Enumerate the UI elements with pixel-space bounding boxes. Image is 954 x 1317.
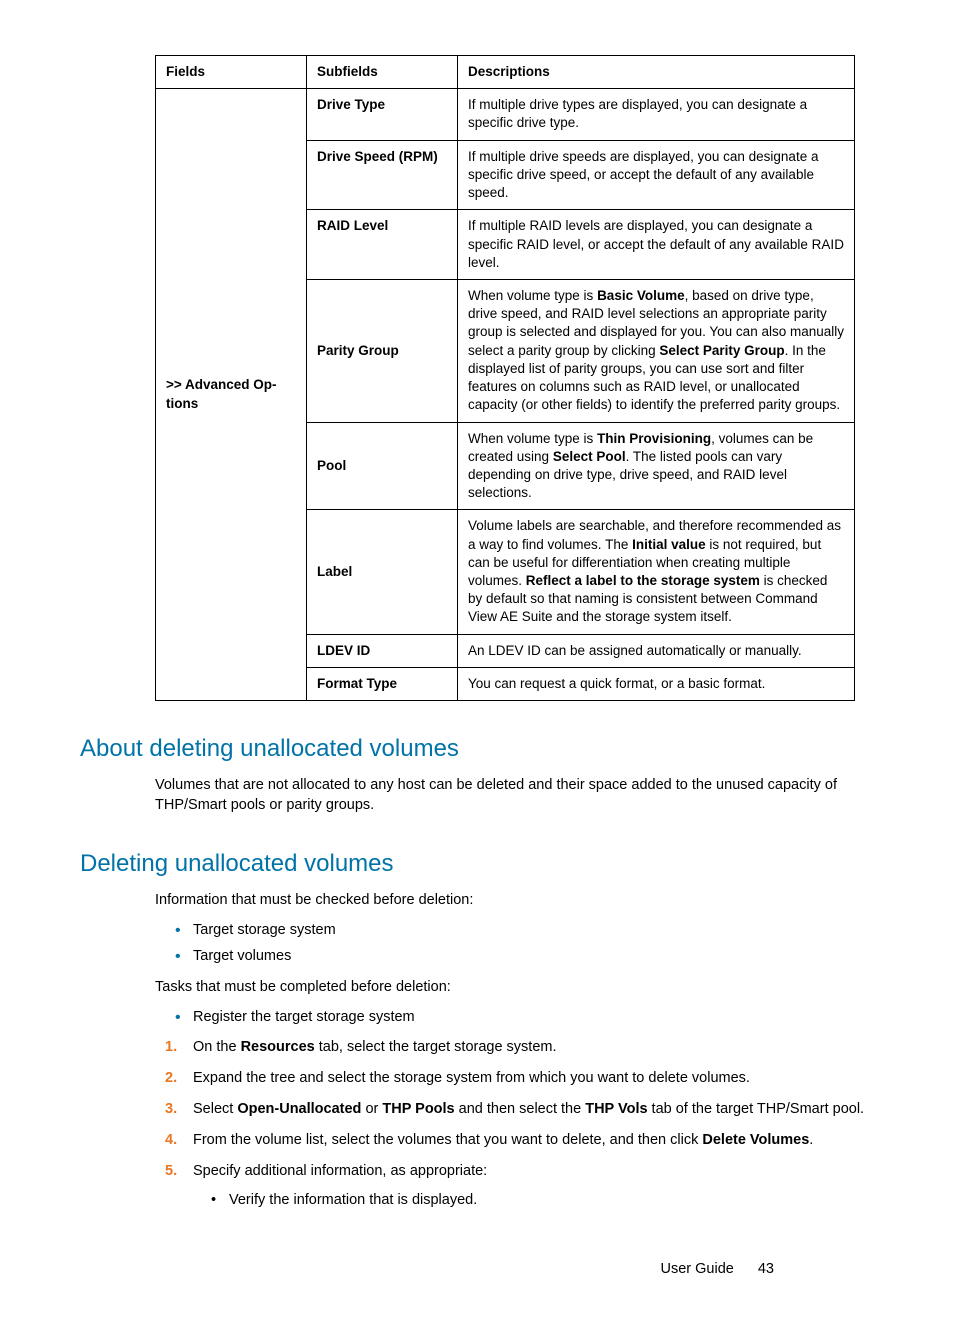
desc-cell: Volume labels are searchable, and theref… — [458, 510, 855, 634]
step-item: Select Open-Unallocated or THP Pools and… — [155, 1099, 874, 1120]
desc-cell: If multiple RAID levels are displayed, y… — [458, 210, 855, 280]
para-tasks-completed: Tasks that must be completed before dele… — [155, 977, 874, 997]
footer-label: User Guide — [660, 1261, 733, 1277]
fields-cell: >> Advanced Op­tions — [156, 89, 307, 701]
page: Fields Subfields Descriptions >> Advance… — [0, 0, 954, 1317]
page-number: 43 — [758, 1261, 774, 1277]
header-subfields: Subfields — [307, 56, 458, 89]
sub-bullet-list: Verify the information that is displayed… — [211, 1190, 874, 1210]
desc-cell: If multiple drive speeds are displayed, … — [458, 140, 855, 210]
desc-cell: When volume type is Basic Volume, based … — [458, 279, 855, 422]
list-item: Verify the information that is displayed… — [211, 1190, 874, 1210]
subfield-cell: Drive Speed (RPM) — [307, 140, 458, 210]
heading-deleting-unallocated: Deleting unallocated volumes — [80, 850, 874, 878]
desc-cell: When volume type is Thin Provisioning, v… — [458, 422, 855, 510]
fields-table: Fields Subfields Descriptions >> Advance… — [155, 55, 855, 701]
heading-about-deleting: About deleting unallocated volumes — [80, 735, 874, 763]
subfield-cell: RAID Level — [307, 210, 458, 280]
header-fields: Fields — [156, 56, 307, 89]
subfield-cell: Format Type — [307, 667, 458, 700]
step-item: On the Resources tab, select the target … — [155, 1037, 874, 1058]
list-item: Register the target storage system — [175, 1007, 874, 1027]
table-header-row: Fields Subfields Descriptions — [156, 56, 855, 89]
step-item: Expand the tree and select the storage s… — [155, 1068, 874, 1089]
desc-cell: If multiple drive types are displayed, y… — [458, 89, 855, 140]
para-about-deleting: Volumes that are not allocated to any ho… — [155, 775, 874, 816]
list-item: Target volumes — [175, 946, 874, 966]
para-info-checked: Information that must be checked before … — [155, 890, 874, 910]
subfield-cell: Parity Group — [307, 279, 458, 422]
subfield-cell: Pool — [307, 422, 458, 510]
step-item: Specify additional information, as appro… — [155, 1161, 874, 1210]
page-footer: User Guide 43 — [80, 1221, 874, 1277]
table-row: >> Advanced Op­tions Drive Type If multi… — [156, 89, 855, 140]
list-item: Target storage system — [175, 920, 874, 940]
header-descriptions: Descriptions — [458, 56, 855, 89]
subfield-cell: Label — [307, 510, 458, 634]
subfield-cell: Drive Type — [307, 89, 458, 140]
desc-cell: An LDEV ID can be assigned automatically… — [458, 634, 855, 667]
numbered-steps: On the Resources tab, select the target … — [155, 1037, 874, 1210]
bullet-list-checked: Target storage system Target volumes — [175, 920, 874, 967]
desc-cell: You can request a quick format, or a bas… — [458, 667, 855, 700]
subfield-cell: LDEV ID — [307, 634, 458, 667]
bullet-list-tasks: Register the target storage system — [175, 1007, 874, 1027]
step-item: From the volume list, select the volumes… — [155, 1130, 874, 1151]
